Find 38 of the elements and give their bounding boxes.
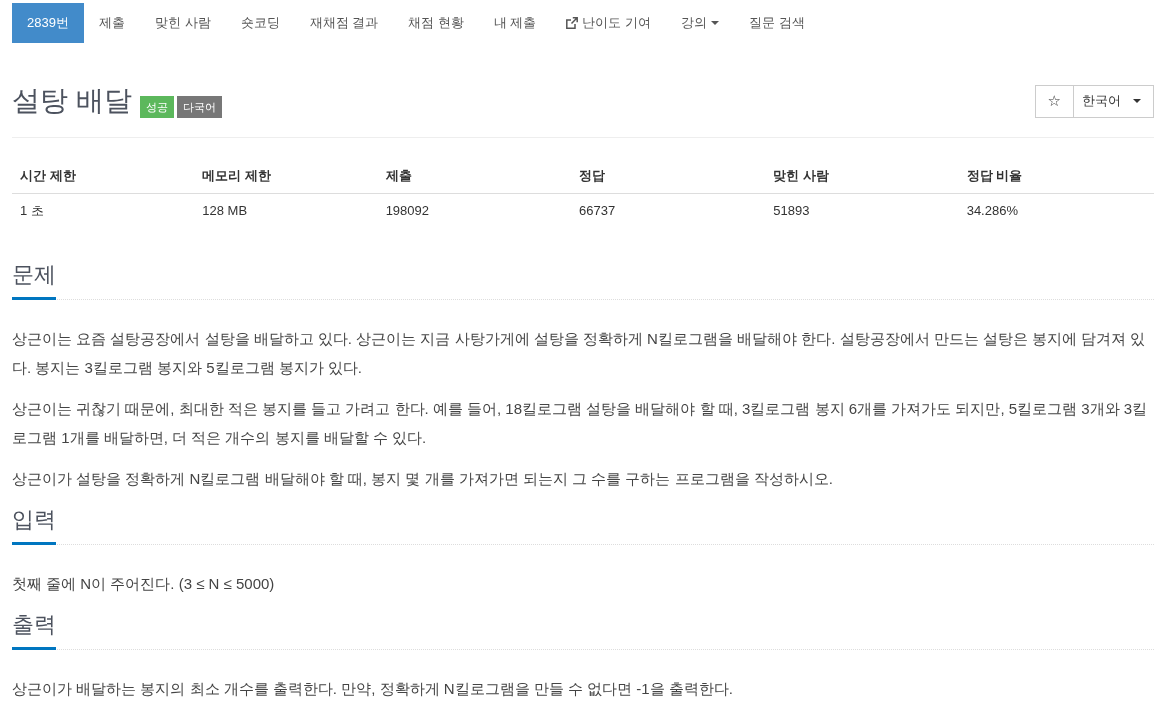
paragraph: 상근이가 설탕을 정확하게 N킬로그램 배달해야 할 때, 봉지 몇 개를 가져가면 되는지 그 수를 구하는 프로그램을 작성하시오.: [12, 469, 834, 489]
problem-title: 설탕 배달: [12, 84, 132, 118]
table-cell-text: 66737: [577, 202, 617, 220]
star-button[interactable]: ☆: [1034, 84, 1073, 118]
column-header: 시간 제한: [12, 159, 195, 194]
caret-icon: [1133, 99, 1141, 103]
nav-tab[interactable]: 재채점 결과: [294, 3, 394, 43]
section-heading: 문제: [12, 260, 56, 300]
nav-tab[interactable]: 숏코딩: [225, 3, 295, 43]
external-link-icon: [566, 17, 579, 29]
paragraph: 상근이가 배달하는 봉지의 최소 개수를 출력한다. 만약, 정확하게 N킬로그램을 만들 수 없다면 -1을 출력한다.: [12, 679, 734, 699]
table-cell-text: 198092: [384, 202, 430, 220]
table-cell-text: 51893: [772, 202, 811, 220]
section-heading: 출력: [12, 610, 56, 650]
paragraph: 첫째 줄에 N이 주어진다. (3 ≤ N ≤ 5000): [12, 574, 276, 594]
column-header: 맞힌 사람: [765, 159, 959, 194]
column-header: 제출: [377, 159, 571, 194]
paragraph: 상근이는 귀찮기 때문에, 최대한 적은 봉지를 들고 가려고 한다. 예를 들어, 18킬로그램 설탕을 배달해야 할 때, 3킬로그램 봉지 6개를 가져가도 되지만, 5킬로그램 3개와 3킬로그램 1개를 배달하면, 더 적은 개수의 봉지를 배달할 수 있다.: [12, 399, 1149, 448]
caret-icon: [711, 21, 720, 25]
table-cell-text: 34.286%: [965, 202, 1019, 220]
nav-tab[interactable]: 채점 현황: [393, 3, 479, 43]
column-header: 정답: [570, 159, 766, 194]
nav-tab[interactable]: 강의: [666, 3, 735, 43]
nav-tab[interactable]: 2839번: [12, 3, 84, 43]
nav-tab[interactable]: 질문 검색: [734, 3, 820, 43]
nav-tab[interactable]: 맞힌 사람: [139, 3, 226, 43]
paragraph: 상근이는 요즘 설탕공장에서 설탕을 배달하고 있다. 상근이는 지금 사탕가게에 설탕을 정확하게 N킬로그램을 배달해야 한다. 설탕공장에서 만드는 설탕은 봉지에 담겨져 있다. 봉지는 3킬로그램 봉지와 5킬로그램 봉지가 있다.: [12, 329, 1147, 378]
section-heading: 입력: [12, 505, 56, 545]
column-header: 메모리 제한: [194, 159, 378, 194]
nav-tab[interactable]: 내 제출: [478, 3, 552, 43]
problem-tag: 다국어: [176, 96, 222, 118]
problem-tag: 성공: [139, 96, 174, 118]
nav-tab[interactable]: 제출: [83, 3, 140, 43]
nav-tab[interactable]: 난이도 기여: [551, 3, 667, 43]
table-cell-text: 128 MB: [201, 202, 249, 220]
column-header: 정답 비율: [958, 159, 1154, 194]
table-cell-text: 1 초: [19, 202, 45, 220]
language-dropdown[interactable]: 한국어: [1073, 84, 1154, 118]
